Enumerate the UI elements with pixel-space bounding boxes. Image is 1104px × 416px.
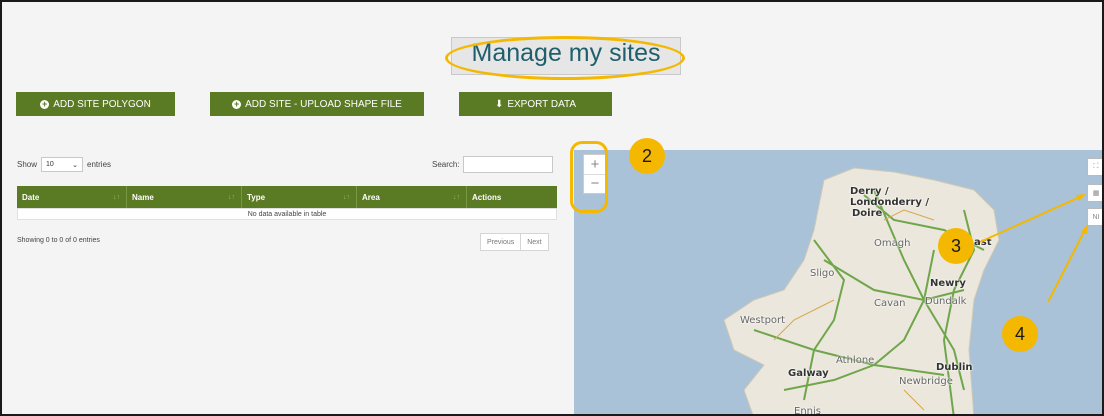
page-frame: Manage my sites + ADD SITE POLYGON + ADD… <box>0 0 1104 416</box>
callout-arrows <box>979 194 1088 303</box>
arrow-to-layers <box>979 195 1083 243</box>
arrow-to-ni <box>1047 227 1087 303</box>
arrowhead-icon <box>1076 194 1086 201</box>
callout-marker-3: 3 <box>938 228 974 264</box>
callout-marker-2: 2 <box>629 138 665 174</box>
callout-marker-4: 4 <box>1002 316 1038 352</box>
arrowhead-icon <box>1081 224 1088 234</box>
